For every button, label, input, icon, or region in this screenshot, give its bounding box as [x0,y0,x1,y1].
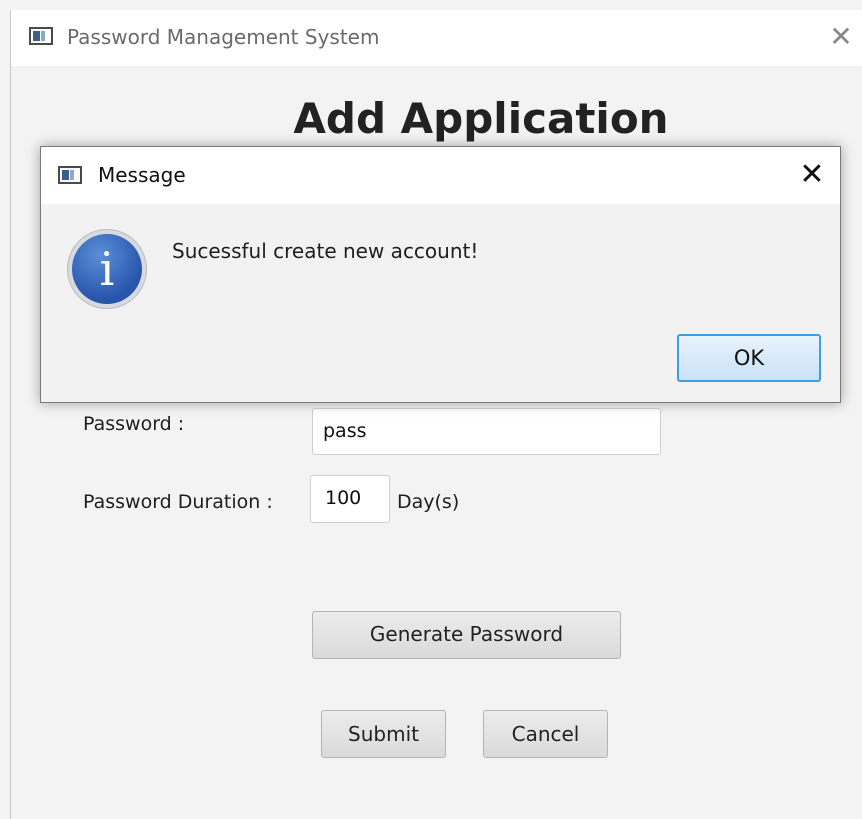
page-title: Add Application [293,94,669,143]
dialog-titlebar[interactable]: Message ✕ [41,147,840,204]
password-duration-label: Password Duration : [83,491,273,513]
dialog-app-icon [58,166,82,184]
submit-button[interactable]: Submit [321,710,446,758]
screen: Password Management System ✕ Add Applica… [0,0,862,819]
info-glyph: i [72,234,142,304]
info-icon: i [67,229,147,309]
dialog-close-icon[interactable]: ✕ [796,159,828,191]
duration-unit-label: Day(s) [397,491,460,513]
main-window: Password Management System ✕ Add Applica… [10,10,862,819]
window-title: Password Management System [67,25,380,49]
message-dialog: Message ✕ i Sucessful create new account… [40,146,841,403]
main-titlebar[interactable]: Password Management System ✕ [11,10,862,66]
password-label: Password : [83,413,185,435]
app-window-icon [29,27,53,45]
dialog-message: Sucessful create new account! [172,239,479,263]
ok-button[interactable]: OK [677,334,821,382]
cancel-button[interactable]: Cancel [483,710,608,758]
close-icon[interactable]: ✕ [826,22,856,52]
generate-password-button[interactable]: Generate Password [312,611,621,659]
password-input[interactable]: pass [312,408,661,455]
password-duration-input[interactable]: 100 [310,475,390,523]
dialog-title: Message [98,163,186,187]
